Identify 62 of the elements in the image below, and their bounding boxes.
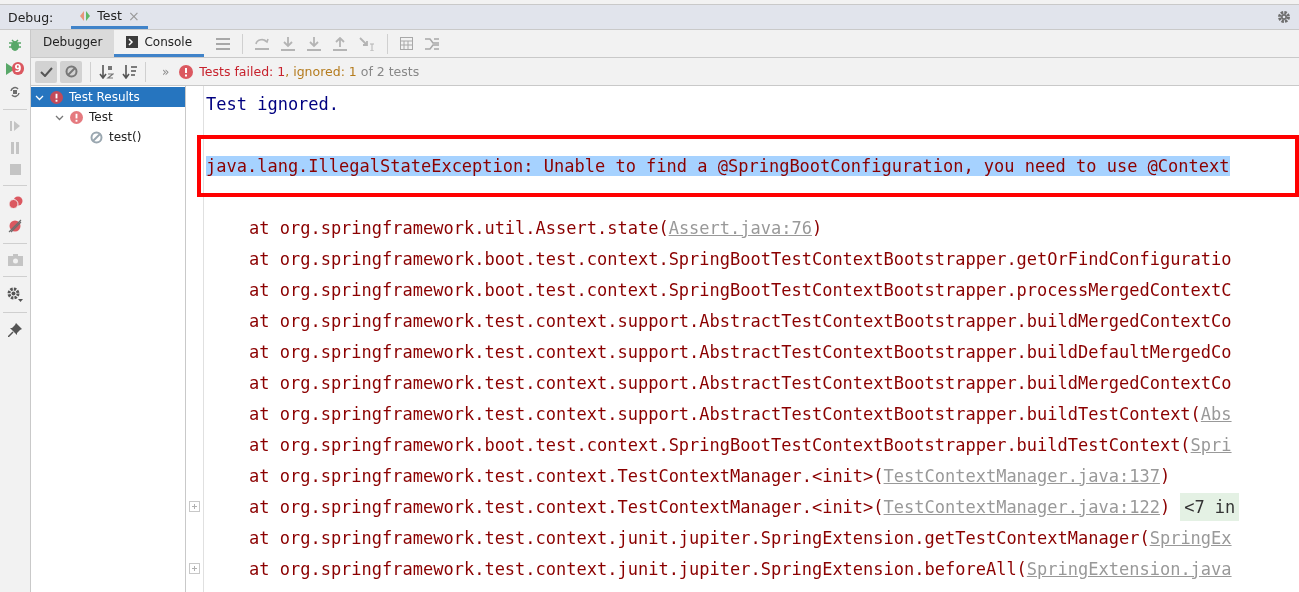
- tree-item[interactable]: Test Results: [31, 87, 185, 107]
- run-to-cursor-icon[interactable]: [359, 36, 376, 51]
- sort-by-duration-icon[interactable]: [122, 64, 137, 79]
- ignored-icon: [64, 65, 78, 78]
- stack-frame: at org.springframework.test.context.junit.jupiter.SpringExtension.beforeAll(SpringExtension.java: [206, 558, 1232, 579]
- view-tab[interactable]: Debugger: [31, 30, 115, 57]
- stack-frame: at org.springframework.test.context.support.AbstractTestContextBootstrapper.buildTestContext(Abs: [206, 403, 1232, 424]
- pause-icon[interactable]: [10, 142, 20, 154]
- force-step-into-icon[interactable]: [307, 36, 322, 51]
- show-ignored-button[interactable]: [60, 60, 82, 83]
- breakpoints-icon[interactable]: [7, 196, 23, 209]
- stack-frame: at org.springframework.test.context.support.AbstractTestContextBootstrapper.buildMergedContextCo: [206, 310, 1232, 331]
- mute-breakpoints-icon[interactable]: [8, 219, 22, 233]
- stack-frame: at org.springframework.boot.test.context.SpringBootTestContextBootstrapper.getOrFindConfiguratio: [206, 248, 1232, 269]
- trace-icon[interactable]: [425, 37, 440, 50]
- settings-icon[interactable]: [7, 287, 23, 302]
- source-link[interactable]: SpringExtension.java: [1026, 558, 1232, 579]
- ignored-icon: [90, 130, 103, 144]
- stack-frame: at org.springframework.test.context.TestContextManager.<init>(TestContextManager.java:137): [206, 465, 1171, 486]
- console-message: Test ignored.: [206, 93, 340, 114]
- debug-icon: [79, 9, 92, 22]
- check-icon: [39, 66, 53, 77]
- bug-icon[interactable]: [8, 38, 22, 52]
- stack-frame: at org.springframework.test.context.support.AbstractTestContextBootstrapper.buildMergedContextCo: [206, 372, 1232, 393]
- panel-label: Debug:: [8, 9, 54, 25]
- stack-frame: at org.springframework.test.context.support.AbstractTestContextBootstrapper.buildDefaultMergedCo: [206, 341, 1232, 362]
- stop-icon[interactable]: [9, 164, 21, 175]
- exception-message: java.lang.IllegalStateException: Unable to find a @SpringBootConfiguration, you need to use @Context: [206, 156, 1230, 176]
- stack-frame: at org.springframework.util.Assert.state(Assert.java:76): [206, 217, 823, 238]
- menu-icon[interactable]: [216, 37, 231, 50]
- settings-icon[interactable]: [1277, 10, 1291, 24]
- stack-frame: at org.springframework.test.context.junit.jupiter.SpringExtension.getTestContextManager(SpringEx: [206, 527, 1232, 548]
- tree-item[interactable]: Test: [31, 107, 185, 127]
- error-icon: [70, 110, 83, 124]
- stack-frame: at org.springframework.boot.test.context.SpringBootTestContextBootstrapper.buildTestContext(Spri: [206, 434, 1232, 455]
- restore-layout-icon[interactable]: [8, 85, 22, 99]
- step-into-icon[interactable]: [281, 36, 296, 51]
- test-summary: Tests failed: 1, ignored: 1 of 2 tests: [199, 64, 420, 79]
- console-icon: [126, 36, 139, 48]
- source-link[interactable]: SpringEx: [1149, 527, 1232, 548]
- expand-icon[interactable]: [189, 501, 200, 512]
- error-icon: [50, 90, 63, 104]
- step-out-icon[interactable]: [333, 36, 348, 51]
- sort-alphabetically-icon[interactable]: [99, 64, 114, 79]
- folded-frames[interactable]: <7 in: [1180, 492, 1240, 521]
- expand-icon[interactable]: [189, 563, 200, 574]
- source-link[interactable]: Assert.java:76: [668, 217, 812, 238]
- resume-icon[interactable]: [9, 120, 21, 132]
- stack-frame: at org.springframework.boot.test.context.SpringBootTestContextBootstrapper.processMergedContextC: [206, 279, 1232, 300]
- error-icon: [179, 64, 194, 79]
- camera-icon[interactable]: [7, 254, 23, 266]
- calculator-icon[interactable]: [400, 37, 414, 50]
- tree-item[interactable]: test(): [31, 127, 185, 147]
- close-icon[interactable]: ×: [127, 7, 140, 24]
- source-link[interactable]: Spri: [1190, 434, 1232, 455]
- source-link[interactable]: TestContextManager.java:137: [883, 465, 1160, 486]
- more-button[interactable]: »: [162, 64, 170, 79]
- source-link[interactable]: Abs: [1200, 403, 1232, 424]
- show-passed-button[interactable]: [35, 60, 57, 83]
- pin-icon[interactable]: [8, 323, 22, 337]
- step-over-icon[interactable]: [255, 37, 270, 50]
- source-link[interactable]: TestContextManager.java:122: [883, 496, 1160, 517]
